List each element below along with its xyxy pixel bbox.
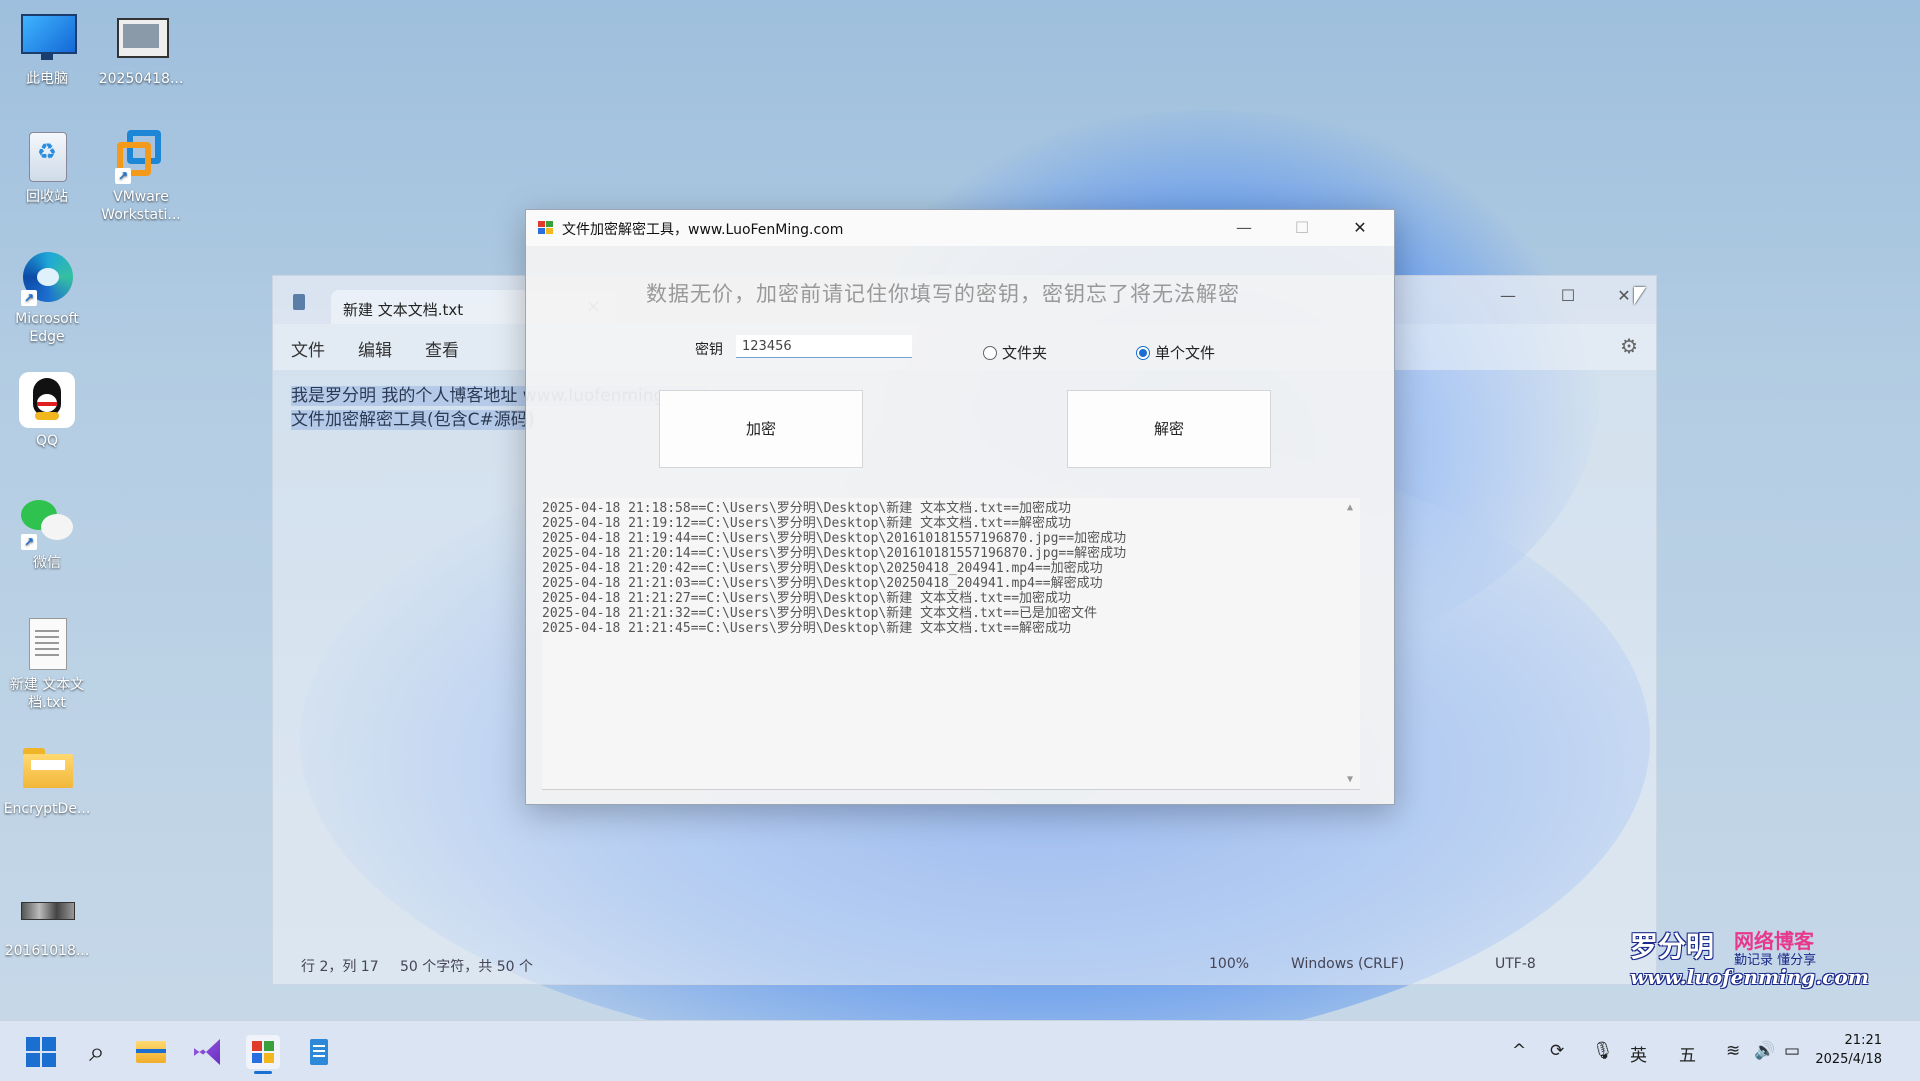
notepad-status-bar: 行 2，列 17 50 个字符，共 50 个 100% Windows (CRL… (273, 948, 1656, 984)
log-textbox[interactable]: 2025-04-18 21:18:58==C:\Users\罗分明\Deskto… (542, 498, 1360, 790)
file-explorer-icon[interactable] (134, 1035, 168, 1069)
desktop-icon-vmware[interactable]: ↗ VMware Workstati... (93, 128, 189, 224)
status-cursor-position: 行 2，列 17 (301, 959, 379, 975)
text-file-icon (19, 616, 75, 672)
wechat-icon: ↗ (19, 494, 75, 550)
ime-mode[interactable]: 五 (1679, 1041, 1696, 1066)
mouse-cursor-icon (1634, 287, 1646, 305)
notepad-app-icon (293, 294, 305, 310)
window-title: 文件加密解密工具，www.LuoFenMing.com (562, 222, 844, 238)
monitor-icon (19, 10, 77, 66)
notepad-taskbar-icon[interactable] (302, 1035, 336, 1069)
encrypt-tool-taskbar-icon[interactable] (246, 1035, 280, 1074)
menu-view[interactable]: 查看 (425, 336, 459, 361)
radio-folder-dot[interactable] (983, 346, 997, 360)
radio-single-file[interactable]: 单个文件 (1136, 342, 1215, 363)
desktop-icon-video[interactable]: 20250418... (93, 10, 189, 88)
desktop-icon-text-file[interactable]: 新建 文本文 档.txt (0, 616, 95, 712)
status-char-count: 50 个字符，共 50 个 (400, 959, 533, 975)
scroll-up-icon[interactable]: ▲ (1347, 500, 1353, 515)
shortcut-arrow-icon: ↗ (21, 534, 37, 550)
radio-single-file-dot[interactable] (1136, 346, 1150, 360)
key-label: 密钥 (695, 342, 723, 358)
minimize-button[interactable]: — (1216, 210, 1272, 246)
log-line: 2025-04-18 21:19:12==C:\Users\罗分明\Deskto… (542, 516, 1072, 531)
battery-icon[interactable]: ▭ (1784, 1041, 1800, 1061)
menu-file[interactable]: 文件 (291, 336, 325, 361)
watermark-site: www.luofenming.com (1630, 965, 1869, 989)
recycle-bin-icon: ♻ (19, 128, 75, 184)
clock-time: 21:21 (1844, 1033, 1882, 1048)
minimize-button[interactable]: — (1480, 276, 1536, 316)
maximize-button[interactable]: ☐ (1540, 276, 1596, 316)
microphone-icon[interactable]: 🎙 (1592, 1041, 1614, 1061)
chevron-up-icon[interactable]: ^ (1512, 1041, 1526, 1061)
close-button[interactable]: ✕ (1332, 210, 1388, 246)
encrypt-title-bar: 文件加密解密工具，www.LuoFenMing.com — ☐ ✕ (526, 210, 1394, 246)
clock-date: 2025/4/18 (1815, 1052, 1882, 1067)
wifi-icon[interactable]: ≋ (1726, 1041, 1740, 1061)
shortcut-arrow-icon: ↗ (21, 290, 37, 306)
status-encoding: UTF-8 (1495, 956, 1536, 972)
search-icon[interactable]: ⌕ (80, 1035, 114, 1069)
log-line: 2025-04-18 21:19:44==C:\Users\罗分明\Deskto… (542, 531, 1127, 546)
notepad-tab-title: 新建 文本文档.txt (343, 301, 464, 319)
taskbar: ⌕ ^ ⟳ 🎙 英 五 ≋ 🔊 ▭ 21:21 2025/4/18 (0, 1020, 1920, 1081)
clock[interactable]: 21:21 2025/4/18 (1815, 1031, 1882, 1069)
start-windows-icon[interactable] (24, 1035, 58, 1069)
desktop-icon-this-pc[interactable]: 此电脑 (0, 10, 95, 88)
desktop-icon-folder[interactable]: EncryptDe... (0, 740, 95, 818)
qq-icon (19, 372, 75, 428)
shortcut-arrow-icon: ↗ (115, 168, 131, 184)
desktop-icon-edge[interactable]: ↗ Microsoft Edge (0, 250, 95, 346)
key-input[interactable] (736, 335, 912, 358)
encrypt-button[interactable]: 加密 (659, 390, 863, 468)
warning-text: 数据无价，加密前请记住你填写的密钥，密钥忘了将无法解密 (646, 282, 1240, 306)
menu-edit[interactable]: 编辑 (358, 336, 392, 361)
app-icon (538, 221, 554, 235)
visual-studio-icon[interactable] (190, 1035, 224, 1069)
ime-language[interactable]: 英 (1630, 1041, 1647, 1066)
volume-icon[interactable]: 🔊 (1754, 1041, 1775, 1061)
settings-gear-icon[interactable]: ⚙ (1620, 334, 1638, 358)
status-line-ending: Windows (CRLF) (1291, 956, 1405, 972)
desktop-icon-qq[interactable]: QQ (0, 372, 95, 450)
video-file-icon (113, 10, 169, 66)
decrypt-button[interactable]: 解密 (1067, 390, 1271, 468)
maximize-button: ☐ (1294, 218, 1310, 237)
log-line: 2025-04-18 21:18:58==C:\Users\罗分明\Deskto… (542, 501, 1072, 516)
log-line: 2025-04-18 21:21:03==C:\Users\罗分明\Deskto… (542, 576, 1103, 591)
scroll-down-icon[interactable]: ▼ (1347, 772, 1353, 787)
log-line: 2025-04-18 21:21:32==C:\Users\罗分明\Deskto… (542, 606, 1098, 621)
sync-icon[interactable]: ⟳ (1550, 1041, 1564, 1061)
blog-watermark: 罗分明 网络博客 勤记录 懂分享 www.luofenming.com (1630, 925, 1869, 989)
encrypt-tool-window: 文件加密解密工具，www.LuoFenMing.com — ☐ ✕ 数据无价，加… (525, 209, 1395, 805)
editor-line-2: 文件加密解密工具(包含C#源码) (291, 410, 535, 430)
folder-icon (19, 740, 75, 796)
desktop-icon-image[interactable]: 20161018... (0, 882, 95, 960)
desktop-icon-wechat[interactable]: ↗ 微信 (0, 494, 95, 572)
desktop-icon-recycle-bin[interactable]: ♻ 回收站 (0, 128, 95, 206)
image-file-icon (19, 882, 75, 938)
status-zoom: 100% (1209, 956, 1250, 972)
vmware-icon: ↗ (113, 128, 169, 184)
log-line: 2025-04-18 21:21:27==C:\Users\罗分明\Deskto… (542, 591, 1072, 606)
radio-folder[interactable]: 文件夹 (983, 342, 1047, 363)
log-line: 2025-04-18 21:21:45==C:\Users\罗分明\Deskto… (542, 621, 1072, 636)
edge-icon: ↗ (19, 250, 75, 306)
log-scrollbar[interactable]: ▲ ▼ (1344, 498, 1360, 789)
watermark-sub: 勤记录 懂分享 (1734, 953, 1817, 968)
log-line: 2025-04-18 21:20:14==C:\Users\罗分明\Deskto… (542, 546, 1127, 561)
log-line: 2025-04-18 21:20:42==C:\Users\罗分明\Deskto… (542, 561, 1103, 576)
